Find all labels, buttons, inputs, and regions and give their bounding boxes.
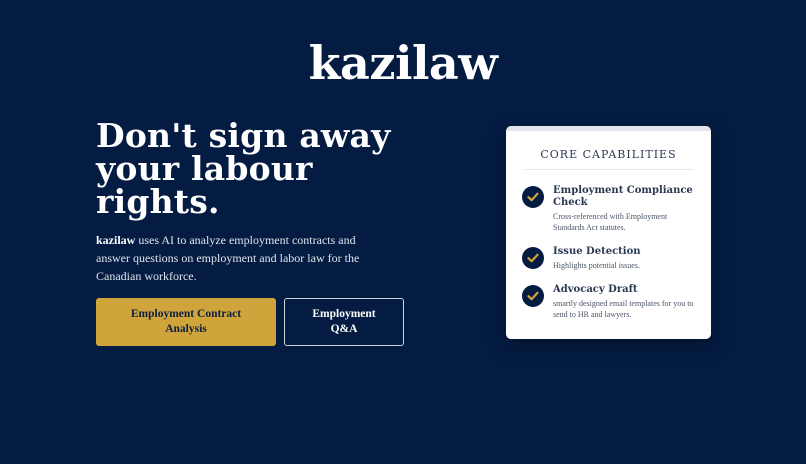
check-circle-icon xyxy=(522,247,544,269)
capabilities-title: CORE CAPABILITIES xyxy=(540,148,677,161)
employment-qa-button-label: Employment Q&A xyxy=(312,308,376,335)
headline-line: rights. xyxy=(96,182,220,221)
headline-line: Don't sign away xyxy=(96,116,391,155)
capability-description: smartly designed email templates for you… xyxy=(553,299,694,319)
employment-qa-button[interactable]: Employment Q&A xyxy=(284,298,404,346)
capabilities-list: Employment Compliance Check Cross-refere… xyxy=(506,185,711,320)
brand-logo[interactable]: kazilaw xyxy=(0,36,806,90)
description-brand: kazilaw xyxy=(96,233,136,247)
capability-body: Advocacy Draft smartly designed email te… xyxy=(553,284,695,320)
capability-title: Issue Detection xyxy=(553,246,641,257)
check-circle-icon xyxy=(522,186,544,208)
headline-line: your labour xyxy=(96,149,313,188)
capability-body: Issue Detection Highlights potential iss… xyxy=(553,246,641,271)
hero-description: kazilaw uses AI to analyze employment co… xyxy=(96,231,386,285)
description-text: uses AI to analyze employment contracts … xyxy=(96,233,360,283)
divider xyxy=(524,169,693,170)
capability-item: Advocacy Draft smartly designed email te… xyxy=(506,284,711,320)
capability-description: Cross-referenced with Employment Standar… xyxy=(553,212,668,232)
capability-title: Employment Compliance Check xyxy=(553,185,693,208)
capabilities-card: CORE CAPABILITIES Employment Compliance … xyxy=(506,126,711,339)
check-circle-icon xyxy=(522,285,544,307)
capability-item: Issue Detection Highlights potential iss… xyxy=(506,246,711,271)
capability-body: Employment Compliance Check Cross-refere… xyxy=(553,185,695,233)
capability-title: Advocacy Draft xyxy=(553,284,638,295)
capability-description: Highlights potential issues. xyxy=(553,261,640,270)
hero-headline: Don't sign away your labour rights. xyxy=(96,119,426,218)
contract-analysis-button-label: Employment Contract Analysis xyxy=(130,308,242,335)
capability-item: Employment Compliance Check Cross-refere… xyxy=(506,185,711,233)
contract-analysis-button[interactable]: Employment Contract Analysis xyxy=(96,298,276,346)
hero-section: Don't sign away your labour rights. kazi… xyxy=(96,119,426,285)
